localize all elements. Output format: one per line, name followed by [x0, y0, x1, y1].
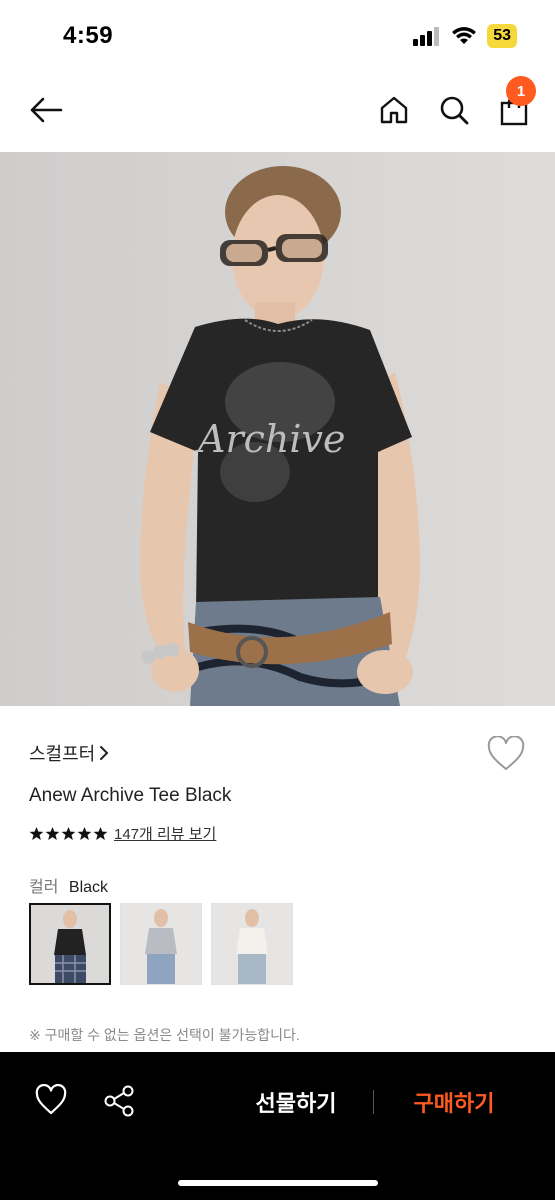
- rating-row: 147개 리뷰 보기: [29, 823, 216, 844]
- buy-button[interactable]: 구매하기: [394, 1084, 514, 1120]
- product-title: Anew Archive Tee Black: [29, 785, 232, 806]
- star-icon: [93, 826, 108, 840]
- model-photo-illustration: Archive: [0, 152, 555, 706]
- nav-bar: [0, 72, 555, 150]
- cart-count-badge: 1: [506, 76, 536, 106]
- battery-indicator: 53: [487, 24, 517, 48]
- color-swatches: [29, 903, 293, 985]
- search-button[interactable]: [434, 90, 474, 130]
- color-label: 컬러: [29, 879, 59, 896]
- option-notice: ※ 구매할 수 없는 옵션은 선택이 불가능합니다.: [29, 1027, 300, 1043]
- star-rating: [29, 826, 108, 841]
- heart-outline-icon: [487, 735, 525, 770]
- swatch-thumbnail: [31, 905, 109, 983]
- wifi-icon: [452, 27, 477, 44]
- shirt-print-text: Archive: [195, 417, 345, 461]
- share-button[interactable]: [102, 1084, 138, 1120]
- star-icon: [61, 826, 76, 840]
- color-option-label: 컬러 Black: [29, 873, 108, 897]
- home-button[interactable]: [374, 90, 414, 130]
- arrow-left-icon: [30, 97, 63, 123]
- bottom-action-bar: 선물하기 구매하기: [0, 1052, 555, 1200]
- brand-name: 스컬프터: [29, 744, 96, 764]
- home-icon: [380, 96, 408, 124]
- star-icon: [29, 826, 44, 840]
- status-icons: 53: [413, 24, 517, 48]
- product-photo[interactable]: Archive: [0, 152, 555, 706]
- review-link[interactable]: 147개 리뷰 보기: [114, 823, 216, 844]
- search-icon: [440, 96, 469, 125]
- brand-link[interactable]: 스컬프터: [29, 740, 109, 766]
- status-time: 4:59: [63, 22, 114, 49]
- heart-outline-icon: [35, 1083, 67, 1115]
- color-swatch-black[interactable]: [29, 903, 111, 985]
- back-button[interactable]: [26, 92, 66, 128]
- divider: [373, 1090, 374, 1114]
- status-bar: 4:59 53: [0, 0, 555, 70]
- wishlist-button[interactable]: [486, 735, 526, 772]
- bottom-wishlist-button[interactable]: [34, 1083, 70, 1120]
- gift-button[interactable]: 선물하기: [236, 1084, 356, 1120]
- star-icon: [45, 826, 60, 840]
- color-value: Black: [68, 879, 109, 896]
- swatch-thumbnail: [212, 904, 292, 984]
- home-indicator: [178, 1180, 378, 1186]
- color-swatch-gray[interactable]: [120, 903, 202, 985]
- swatch-thumbnail: [121, 904, 201, 984]
- color-swatch-white[interactable]: [211, 903, 293, 985]
- cellular-signal-icon: [413, 27, 440, 46]
- chevron-right-icon: [100, 746, 109, 760]
- star-icon: [77, 826, 92, 840]
- share-icon: [104, 1085, 134, 1117]
